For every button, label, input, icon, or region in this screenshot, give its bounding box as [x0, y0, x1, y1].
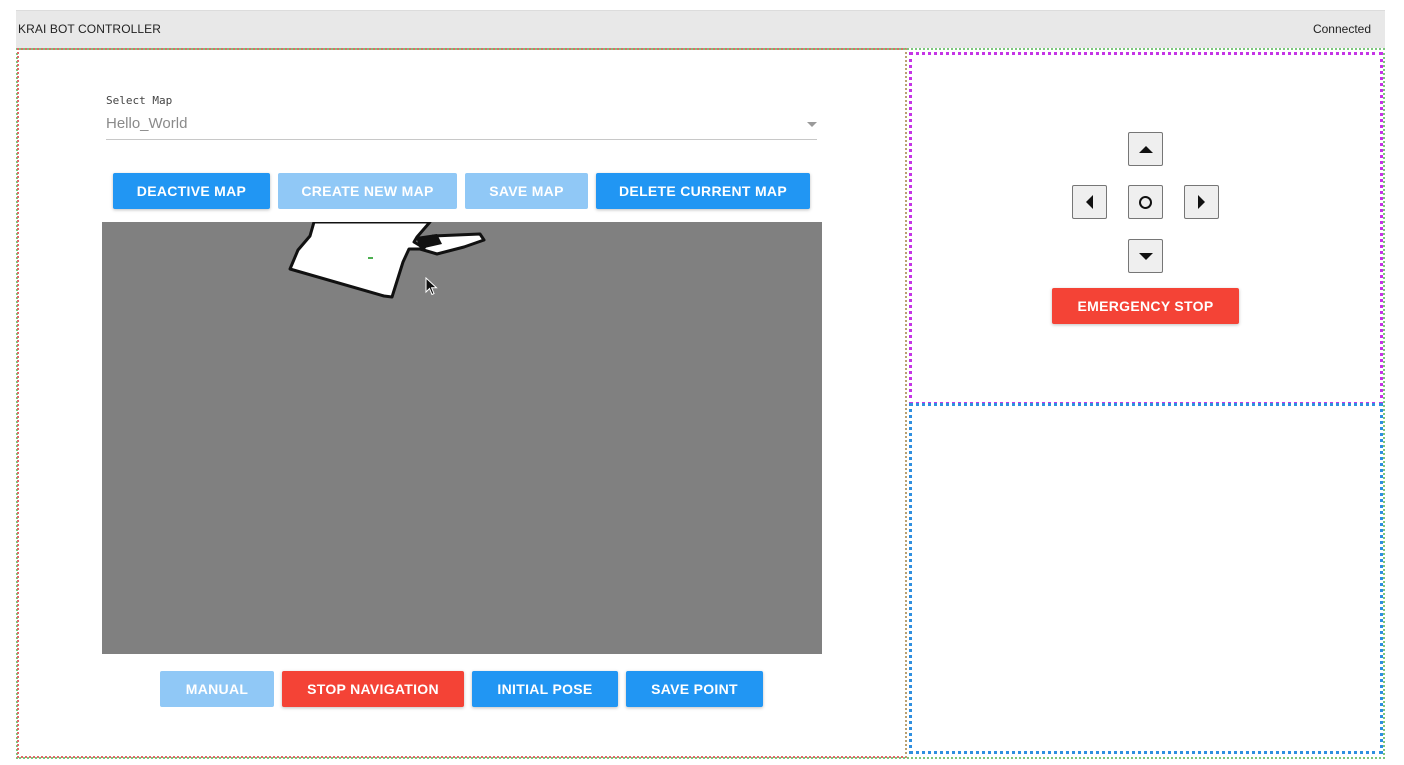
- deactive-map-button[interactable]: DEACTIVE MAP: [113, 173, 270, 209]
- app-header: KRAI BOT CONTROLLER Connected: [16, 10, 1385, 48]
- arrow-down-icon: [1138, 252, 1153, 260]
- save-point-button[interactable]: SAVE POINT: [626, 671, 763, 707]
- stop-navigation-button[interactable]: STOP NAVIGATION: [282, 671, 464, 707]
- save-map-button[interactable]: SAVE MAP: [465, 173, 588, 209]
- arrow-right-icon: [1198, 195, 1205, 209]
- create-new-map-button[interactable]: CREATE NEW MAP: [278, 173, 457, 209]
- occupancy-map: [288, 222, 486, 299]
- move-left-button[interactable]: [1072, 185, 1107, 219]
- arrow-left-icon: [1086, 195, 1093, 209]
- caret-down-icon: [807, 122, 817, 127]
- map-canvas[interactable]: [102, 222, 822, 654]
- move-up-button[interactable]: [1128, 132, 1163, 166]
- arrow-up-icon: [1138, 145, 1153, 153]
- empty-panel: [909, 403, 1383, 754]
- select-map-dropdown[interactable]: Hello_World: [106, 112, 817, 140]
- connection-status: Connected: [1312, 22, 1371, 36]
- control-panel: [909, 52, 1383, 405]
- stop-center-button[interactable]: [1128, 185, 1163, 219]
- circle-icon: [1139, 195, 1152, 209]
- select-map-value: Hello_World: [106, 115, 188, 132]
- app-title: KRAI BOT CONTROLLER: [18, 22, 162, 36]
- initial-pose-button[interactable]: INITIAL POSE: [472, 671, 618, 707]
- select-map-label: Select Map: [106, 94, 173, 107]
- robot-marker: [368, 257, 373, 259]
- move-down-button[interactable]: [1128, 239, 1163, 273]
- mapped-area: [288, 222, 486, 299]
- emergency-stop-button[interactable]: EMERGENCY STOP: [1052, 288, 1239, 324]
- mouse-cursor-icon: [425, 277, 438, 296]
- manual-button[interactable]: MANUAL: [160, 671, 274, 707]
- delete-current-map-button[interactable]: DELETE CURRENT MAP: [596, 173, 810, 209]
- move-right-button[interactable]: [1184, 185, 1219, 219]
